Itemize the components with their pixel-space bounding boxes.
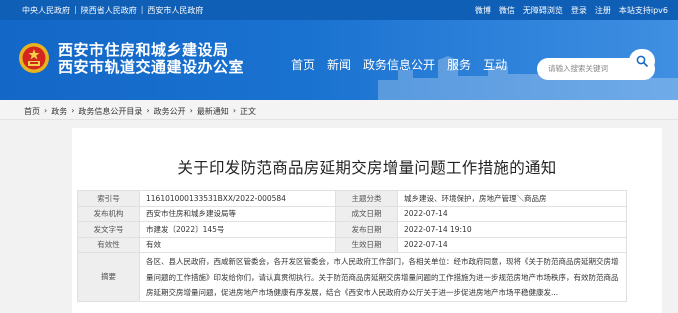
breadcrumb-separator: › bbox=[146, 106, 150, 115]
breadcrumb-separator: › bbox=[71, 106, 75, 115]
table-row: 有效性 有效 生效日期 2022-07-14 bbox=[77, 236, 627, 253]
effective-date-value: 2022-07-14 bbox=[397, 236, 627, 253]
summary-text: 各区、县人民政府，西咸新区管委会，各开发区管委会，市人民政府工作部门，各相关单位… bbox=[139, 252, 627, 302]
site-header: 西安市住房和城乡建设局 西安市轨道交通建设办公室 首页 新闻 政务信息公开 服务… bbox=[0, 20, 678, 100]
gov-links: 中央人民政府 | 陕西省人民政府 | 西安市人民政府 bbox=[22, 5, 203, 16]
index-value: 116101000133531BXX/2022-000584 bbox=[139, 190, 336, 207]
effective-date-label: 生效日期 bbox=[335, 236, 398, 253]
link-login[interactable]: 登录 bbox=[571, 5, 587, 16]
breadcrumb-separator: › bbox=[189, 106, 193, 115]
breadcrumb-gov-public[interactable]: 政务公开 bbox=[154, 106, 186, 117]
search-icon bbox=[636, 55, 648, 67]
validity-value: 有效 bbox=[139, 236, 336, 253]
created-date-label: 成文日期 bbox=[335, 205, 398, 222]
breadcrumb-current: 正文 bbox=[240, 107, 257, 116]
nav-services[interactable]: 服务 bbox=[447, 56, 471, 73]
link-xian-gov[interactable]: 西安市人民政府 bbox=[147, 5, 203, 16]
nav-gov-info[interactable]: 政务信息公开 bbox=[363, 56, 435, 73]
link-accessibility[interactable]: 无障碍浏览 bbox=[523, 5, 563, 16]
validity-label: 有效性 bbox=[77, 236, 140, 253]
breadcrumb: 首页 › 政务 › 政务信息公开目录 › 政务公开 › 最新通知 › 正文 bbox=[0, 100, 678, 120]
article-title: 关于印发防范商品房延期交房增量问题工作措施的通知 bbox=[177, 159, 557, 177]
national-emblem-logo bbox=[19, 43, 49, 73]
category-label: 主题分类 bbox=[335, 190, 398, 207]
category-value: 城乡建设、环境保护，房地产管理＼商品房 bbox=[397, 190, 627, 207]
doc-number-label: 发文字号 bbox=[77, 221, 140, 238]
nav-home[interactable]: 首页 bbox=[291, 56, 315, 73]
summary-label: 摘要 bbox=[77, 252, 140, 302]
published-date-label: 发布日期 bbox=[335, 221, 398, 238]
breadcrumb-info-catalog[interactable]: 政务信息公开目录 bbox=[78, 106, 142, 117]
org-label: 发布机构 bbox=[77, 205, 140, 222]
top-utility-bar: 中央人民政府 | 陕西省人民政府 | 西安市人民政府 微博 微信 无障碍浏览 登… bbox=[0, 0, 678, 20]
main-nav: 首页 新闻 政务信息公开 服务 互动 bbox=[291, 56, 519, 73]
link-shaanxi-gov[interactable]: 陕西省人民政府 bbox=[81, 5, 137, 16]
breadcrumb-affairs[interactable]: 政务 bbox=[51, 106, 67, 117]
link-wechat[interactable]: 微信 bbox=[499, 5, 515, 16]
table-row: 发布机构 西安市住房和城乡建设局等 成文日期 2022-07-14 bbox=[77, 205, 627, 222]
doc-number-value: 市建发〔2022〕145号 bbox=[139, 221, 336, 238]
table-row: 发文字号 市建发〔2022〕145号 发布日期 2022-07-14 19:10 bbox=[77, 221, 627, 238]
breadcrumb-latest-notices[interactable]: 最新通知 bbox=[197, 106, 229, 117]
user-links: 微博 微信 无障碍浏览 登录 注册 本站支持ipv6 bbox=[475, 5, 668, 16]
table-row: 摘要 各区、县人民政府，西咸新区管委会，各开发区管委会，市人民政府工作部门，各相… bbox=[77, 252, 627, 302]
link-register[interactable]: 注册 bbox=[595, 5, 611, 16]
search-placeholder: 请输入搜索关键词 bbox=[548, 64, 608, 73]
table-row: 索引号 116101000133531BXX/2022-000584 主题分类 … bbox=[77, 190, 627, 207]
site-title-line1: 西安市住房和城乡建设局 bbox=[58, 41, 229, 59]
breadcrumb-separator: › bbox=[44, 106, 48, 115]
site-title-line2: 西安市轨道交通建设办公室 bbox=[58, 58, 245, 76]
document-metadata-table: 索引号 116101000133531BXX/2022-000584 主题分类 … bbox=[77, 190, 627, 302]
nav-news[interactable]: 新闻 bbox=[327, 56, 351, 73]
article-card: 关于印发防范商品房延期交房增量问题工作措施的通知 索引号 11610100013… bbox=[72, 128, 662, 313]
org-value: 西安市住房和城乡建设局等 bbox=[139, 205, 336, 222]
site-title[interactable]: 西安市住房和城乡建设局 西安市轨道交通建设办公室 bbox=[58, 42, 244, 76]
nav-interaction[interactable]: 互动 bbox=[483, 56, 507, 73]
breadcrumb-separator: › bbox=[232, 106, 237, 115]
created-date-value: 2022-07-14 bbox=[397, 205, 627, 222]
link-separator: | bbox=[74, 5, 77, 14]
link-weibo[interactable]: 微博 bbox=[475, 5, 491, 16]
breadcrumb-home[interactable]: 首页 bbox=[24, 106, 40, 117]
link-separator: | bbox=[140, 5, 144, 14]
search-button[interactable] bbox=[629, 49, 655, 73]
link-central-gov[interactable]: 中央人民政府 bbox=[22, 5, 70, 16]
published-date-value: 2022-07-14 19:10 bbox=[397, 221, 627, 238]
ipv6-badge: 本站支持ipv6 bbox=[618, 6, 668, 15]
index-label: 索引号 bbox=[77, 190, 140, 207]
